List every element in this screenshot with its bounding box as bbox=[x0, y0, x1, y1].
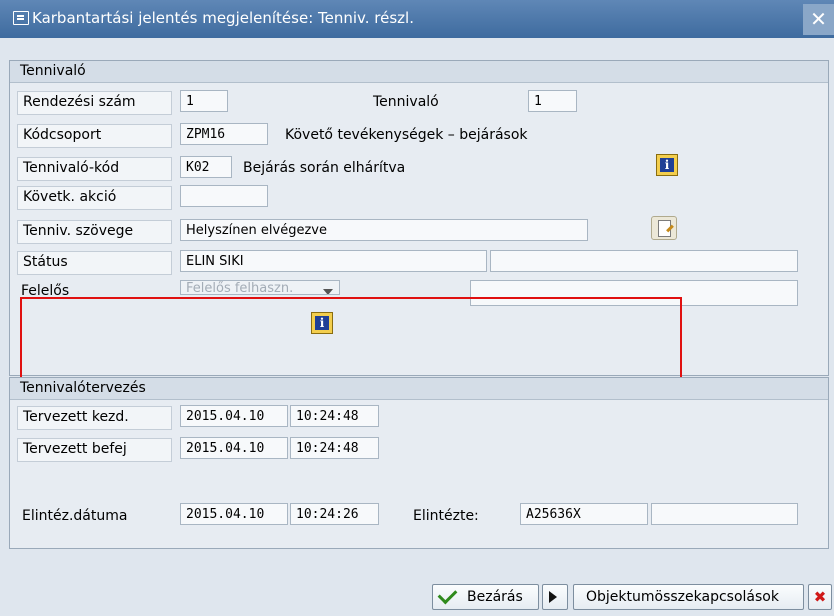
felelos-label: Felelős bbox=[21, 283, 70, 295]
tennivalo-group-title: Tennivaló bbox=[20, 63, 86, 79]
tervezett-befej-time[interactable]: 10:24:48 bbox=[290, 437, 379, 459]
rendezesi-szam-label: Rendezési szám bbox=[17, 91, 172, 115]
cancel-icon: ✖ bbox=[813, 588, 827, 606]
window-icon bbox=[13, 11, 29, 25]
tervezett-befej-label: Tervezett befej bbox=[17, 438, 172, 462]
rendezesi-szam-field[interactable]: 1 bbox=[180, 90, 228, 112]
object-links-label: Objektumösszekapcsolások bbox=[586, 589, 779, 605]
window-title: Karbantartási jelentés megjelenítése: Te… bbox=[32, 9, 414, 27]
tervezett-kezd-time[interactable]: 10:24:48 bbox=[290, 405, 379, 427]
highlight-annotation-box bbox=[20, 297, 682, 379]
window-title-bar: Karbantartási jelentés megjelenítése: Te… bbox=[0, 0, 834, 38]
felelos-dropdown[interactable]: Felelős felhaszn. bbox=[180, 280, 340, 295]
tennivalo-kod-field[interactable]: K02 bbox=[180, 156, 232, 178]
cancel-button[interactable]: ✖ bbox=[808, 584, 832, 610]
elintez-datuma-date[interactable]: 2015.04.10 bbox=[180, 503, 288, 525]
play-arrow-icon bbox=[549, 591, 557, 603]
status-field[interactable]: ELIN SIKI bbox=[180, 250, 487, 272]
object-links-button[interactable]: Objektumösszekapcsolások bbox=[573, 584, 804, 610]
tennivalo-field[interactable]: 1 bbox=[528, 90, 577, 112]
szoveg-label: Tenniv. szövege bbox=[17, 220, 172, 244]
elintez-datuma-label: Elintéz.dátuma bbox=[22, 508, 128, 524]
kodcsoport-field[interactable]: ZPM16 bbox=[180, 123, 268, 145]
elintezte-label: Elintézte: bbox=[413, 508, 479, 524]
felelos-dropdown-value: Felelős felhaszn. bbox=[186, 281, 294, 295]
tennivalo-label: Tennivaló bbox=[373, 94, 439, 110]
tennivalo-kod-text: Bejárás során elhárítva bbox=[243, 160, 406, 176]
status-field-2[interactable] bbox=[490, 250, 798, 272]
tervezett-kezd-label: Tervezett kezd. bbox=[17, 406, 172, 430]
info-icon: i bbox=[660, 158, 674, 172]
tervezett-kezd-date[interactable]: 2015.04.10 bbox=[180, 405, 288, 427]
tennivalo-kod-label: Tennivaló-kód bbox=[17, 157, 172, 181]
tervezett-befej-date[interactable]: 2015.04.10 bbox=[180, 437, 288, 459]
elintez-datuma-time[interactable]: 10:24:26 bbox=[290, 503, 379, 525]
long-text-edit-button[interactable] bbox=[651, 216, 677, 240]
next-button[interactable] bbox=[542, 584, 568, 610]
szoveg-field[interactable]: Helyszínen elvégezve bbox=[180, 219, 588, 241]
close-button-label: Bezárás bbox=[467, 589, 523, 605]
kovetk-akcio-field[interactable] bbox=[180, 185, 268, 207]
tennivalo-kod-info-button[interactable]: i bbox=[656, 154, 678, 176]
elintezte-field[interactable]: A25636X bbox=[520, 503, 648, 525]
chevron-down-icon bbox=[323, 289, 333, 294]
tervezes-group-title: Tennivalótervezés bbox=[20, 380, 146, 396]
kovetk-akcio-label: Követk. akció bbox=[17, 186, 172, 210]
elintezte-field-2[interactable] bbox=[651, 503, 798, 525]
window-close-button[interactable]: ✕ bbox=[803, 4, 834, 35]
close-button[interactable]: Bezárás bbox=[432, 584, 539, 610]
checkmark-icon bbox=[437, 584, 458, 605]
tennivalo-group-header: Tennivaló bbox=[10, 61, 828, 83]
kodcsoport-text: Követő tevékenységek – bejárások bbox=[285, 127, 528, 143]
kodcsoport-label: Kódcsoport bbox=[17, 124, 172, 148]
tervezes-group-header: Tennivalótervezés bbox=[10, 378, 828, 400]
status-label: Státus bbox=[17, 251, 172, 275]
